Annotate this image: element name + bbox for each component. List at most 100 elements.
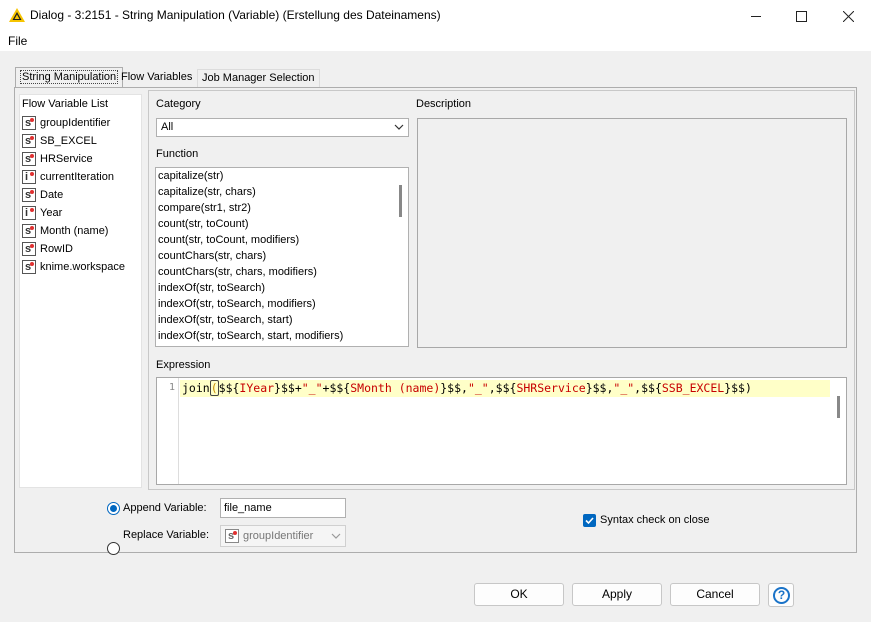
string-variable-icon: s <box>22 260 36 274</box>
tab-string-manipulation[interactable]: String Manipulation <box>15 67 124 87</box>
string-variable-icon: s <box>22 116 36 130</box>
flow-variable-name: Month (name) <box>40 225 109 237</box>
flow-variable-name: RowID <box>40 243 74 255</box>
flow-variable-item[interactable]: s groupIdentifier <box>22 114 110 132</box>
code-variable: SHRService <box>516 381 586 395</box>
code-token: }$$, <box>440 381 468 395</box>
integer-variable-icon: i <box>22 206 36 220</box>
menu-bar <box>0 32 871 51</box>
flow-variable-item[interactable]: s RowID <box>22 240 73 258</box>
append-variable-input[interactable]: file_name <box>220 498 346 518</box>
code-variable: SMonth (name) <box>350 381 441 395</box>
string-variable-icon: s <box>22 188 36 202</box>
expression-scrollbar[interactable] <box>837 396 840 418</box>
expression-label: Expression <box>156 359 211 371</box>
function-item[interactable]: indexOf(str, toSearch) <box>158 280 265 296</box>
category-select[interactable]: All <box>156 118 409 137</box>
flow-variable-name: knime.workspace <box>40 261 125 273</box>
function-item[interactable]: capitalize(str) <box>158 168 223 184</box>
function-item[interactable]: countChars(str, chars) <box>158 248 266 264</box>
line-number: 1 <box>168 382 175 393</box>
function-item[interactable]: count(str, toCount, modifiers) <box>158 232 299 248</box>
chevron-down-icon <box>394 124 404 130</box>
function-item[interactable]: indexOf(str, toSearch, start, modifiers) <box>158 328 343 344</box>
replace-variable-select[interactable]: s groupIdentifier <box>220 525 346 547</box>
description-label: Description <box>416 98 472 110</box>
function-item[interactable]: capitalize(str, chars) <box>158 184 256 200</box>
replace-variable-label: Replace Variable: <box>123 529 210 541</box>
checkmark-icon <box>585 517 594 525</box>
knime-logo-icon <box>9 8 25 22</box>
string-variable-icon: s <box>225 529 239 543</box>
string-variable-icon: s <box>22 134 36 148</box>
code-open-paren: ( <box>209 380 219 396</box>
flow-variable-item[interactable]: s Date <box>22 186 63 204</box>
function-label: Function <box>156 148 199 160</box>
cancel-button[interactable]: Cancel <box>670 583 760 606</box>
flow-variable-name: SB_EXCEL <box>40 135 97 147</box>
flow-variable-item[interactable]: s SB_EXCEL <box>22 132 97 150</box>
flow-variable-name: Date <box>40 189 64 201</box>
minimize-icon <box>750 15 761 17</box>
description-box <box>417 118 847 348</box>
maximize-button[interactable] <box>778 0 824 32</box>
tab-job-manager-selection[interactable]: Job Manager Selection <box>197 69 320 87</box>
code-token: }$$+ <box>274 381 302 395</box>
help-icon: ? <box>773 587 790 604</box>
string-variable-icon: s <box>22 242 36 256</box>
maximize-icon <box>795 10 807 22</box>
code-token: +$${ <box>322 381 351 395</box>
code-string: "_" <box>613 381 635 395</box>
syntax-check-label: Syntax check on close <box>600 514 710 526</box>
code-string: "_" <box>467 381 489 395</box>
replace-variable-radio[interactable] <box>107 542 120 555</box>
flow-variable-item[interactable]: s HRService <box>22 150 93 168</box>
append-variable-radio[interactable] <box>107 502 120 515</box>
replace-variable-value: groupIdentifier <box>243 530 314 542</box>
line-number-gutter: 1 <box>157 378 179 484</box>
code-token: }$$) <box>724 381 752 395</box>
flow-variable-item[interactable]: s knime.workspace <box>22 258 125 276</box>
function-item[interactable]: countChars(str, chars, modifiers) <box>158 264 317 280</box>
code-variable: IYear <box>239 381 275 395</box>
chevron-down-icon <box>331 533 341 539</box>
flow-variable-name: HRService <box>40 153 93 165</box>
code-token: }$$, <box>585 381 614 395</box>
function-list[interactable]: indexOf(str, toSearch, start, modifiers)… <box>155 167 409 347</box>
function-item[interactable]: indexOf(str, toSearch, modifiers) <box>158 296 316 312</box>
close-icon <box>842 10 854 22</box>
function-item[interactable]: indexOf(str, toSearch, start) <box>158 312 293 328</box>
code-function: join <box>182 381 210 395</box>
close-window-button[interactable] <box>825 0 871 32</box>
flow-variable-list-header: Flow Variable List <box>22 98 108 110</box>
function-list-scrollbar[interactable] <box>399 185 402 217</box>
code-variable: SSB_EXCEL <box>661 381 725 395</box>
window-title: Dialog - 3:2151 - String Manipulation (V… <box>30 8 441 22</box>
tab-label: String Manipulation <box>20 70 119 84</box>
expression-editor[interactable]: 1 join($${IYear}$$+"_"+$${SMonth (name)}… <box>156 377 847 485</box>
function-item[interactable]: compare(str1, str2) <box>158 200 251 216</box>
code-token: ,$${ <box>488 381 517 395</box>
syntax-check-checkbox[interactable] <box>583 514 596 527</box>
append-variable-label: Append Variable: <box>123 502 207 514</box>
code-string: "_" <box>301 381 323 395</box>
flow-variable-name: Year <box>40 207 63 219</box>
string-variable-icon: s <box>22 224 36 238</box>
flow-variable-item[interactable]: i currentIteration <box>22 168 114 186</box>
integer-variable-icon: i <box>22 170 36 184</box>
help-button[interactable]: ? <box>768 583 794 607</box>
expression-code[interactable]: join($${IYear}$$+"_"+$${SMonth (name)}$$… <box>182 380 752 396</box>
flow-variable-name: groupIdentifier <box>40 117 111 129</box>
function-item[interactable]: count(str, toCount) <box>158 216 249 232</box>
tab-flow-variables[interactable]: Flow Variables <box>117 69 196 87</box>
minimize-button[interactable] <box>733 0 779 32</box>
apply-button[interactable]: Apply <box>572 583 662 606</box>
menu-file[interactable]: File <box>8 34 27 48</box>
string-variable-icon: s <box>22 152 36 166</box>
category-value: All <box>161 121 174 133</box>
flow-variable-item[interactable]: i Year <box>22 204 62 222</box>
flow-variable-item[interactable]: s Month (name) <box>22 222 108 240</box>
flow-variable-name: currentIteration <box>40 171 114 183</box>
category-label: Category <box>156 98 201 110</box>
ok-button[interactable]: OK <box>474 583 564 606</box>
